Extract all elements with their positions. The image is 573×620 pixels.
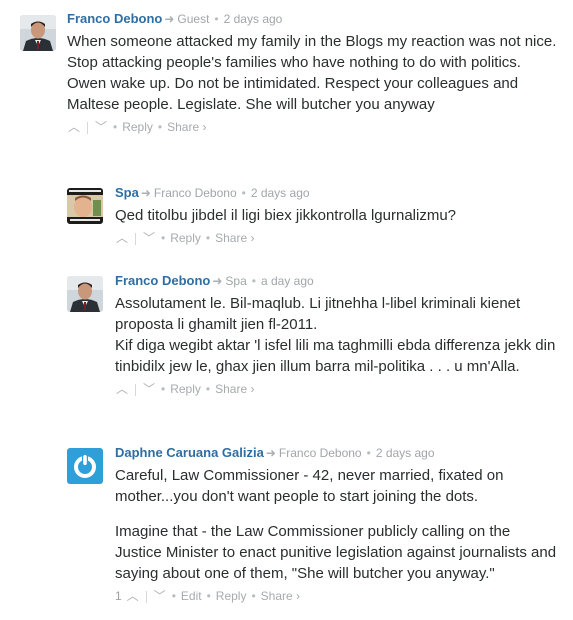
comment-text: Qed titolbu jibdel il ligi biex jikkontr… [115,205,561,226]
parent-author[interactable]: Franco Debono [154,186,237,200]
upvote-icon[interactable]: ︿ [126,587,140,605]
reply-arrow-icon: ➜ [140,186,151,200]
reply-link[interactable]: Reply [170,231,201,245]
comment-paragraph: Owen wake up. Do not be intimidated. Res… [67,75,519,113]
share-link[interactable]: Share › [261,589,300,603]
comment-text: Assolutament le. Bil-maqlub. Li jitnehha… [115,293,561,377]
comment-footer: ︿ ﹀ • Reply • Share › [115,229,255,247]
author-name[interactable]: Daphne Caruana Galizia [115,445,264,460]
comment-footer: ︿ ﹀ • Reply • Share › [67,118,207,136]
vote-divider [87,121,88,134]
comment-text: When someone attacked my family in the B… [67,31,561,115]
comment-footer: 1 ︿ ﹀ • Edit • Reply • Share › [115,587,301,605]
comment-meta: Franco Debono ➜ Spa • a day ago [115,272,561,290]
parent-author[interactable]: Guest [177,12,209,26]
edit-link[interactable]: Edit [181,589,202,603]
comment-paragraph: Careful, Law Commissioner - 42, never ma… [115,467,504,505]
share-link[interactable]: Share › [215,382,254,396]
comment-footer: ︿ ﹀ • Reply • Share › [115,380,255,398]
comment-paragraph: Imagine that - the Law Commissioner publ… [115,523,557,582]
comment-paragraph: Qed titolbu jibdel il ligi biex jikkontr… [115,207,457,224]
comment-paragraph: Kif diga wegibt aktar 'l isfel lili ma t… [115,337,556,375]
avatar[interactable] [20,15,56,51]
separator-dot: • [214,12,219,26]
reply-arrow-icon: ➜ [265,446,276,460]
parent-author[interactable]: Spa [225,274,246,288]
avatar[interactable] [67,448,103,484]
reply-link[interactable]: Reply [122,120,153,134]
downvote-icon[interactable]: ﹀ [153,587,167,605]
timestamp[interactable]: a day ago [261,274,314,288]
upvote-icon[interactable]: ︿ [115,229,129,247]
comment-meta: Franco Debono ➜ Guest • 2 days ago [67,10,561,28]
separator-dot: • [241,186,246,200]
share-link[interactable]: Share › [167,120,206,134]
separator-dot: • [251,274,256,288]
timestamp[interactable]: 2 days ago [224,12,283,26]
timestamp[interactable]: 2 days ago [376,446,435,460]
vote-divider [145,590,147,603]
avatar[interactable] [67,276,103,312]
downvote-icon[interactable]: ﹀ [142,229,156,247]
author-name[interactable]: Franco Debono [67,11,162,26]
vote-divider [135,383,136,396]
comment-meta: Spa ➜ Franco Debono • 2 days ago [115,184,561,202]
comment-text: Careful, Law Commissioner - 42, never ma… [115,465,561,584]
reply-link[interactable]: Reply [170,382,201,396]
reply-arrow-icon: ➜ [212,274,223,288]
upvote-icon[interactable]: ︿ [67,118,81,136]
comment-paragraph: Assolutament le. Bil-maqlub. Li jitnehha… [115,295,521,333]
reply-link[interactable]: Reply [216,589,247,603]
separator-dot: • [366,446,371,460]
author-name[interactable]: Spa [115,185,139,200]
avatar[interactable] [67,188,103,224]
reply-arrow-icon: ➜ [164,12,175,26]
parent-author[interactable]: Franco Debono [279,446,362,460]
downvote-icon[interactable]: ﹀ [142,380,156,398]
comment-meta: Daphne Caruana Galizia ➜ Franco Debono • 2 d… [115,444,561,462]
timestamp[interactable]: 2 days ago [251,186,310,200]
downvote-icon[interactable]: ﹀ [94,118,108,136]
author-name[interactable]: Franco Debono [115,273,210,288]
upvote-icon[interactable]: ︿ [115,380,129,398]
upvote-count: 1 [115,589,122,603]
share-link[interactable]: Share › [215,231,254,245]
vote-divider [135,232,136,245]
comment-paragraph: When someone attacked my family in the B… [67,33,557,71]
